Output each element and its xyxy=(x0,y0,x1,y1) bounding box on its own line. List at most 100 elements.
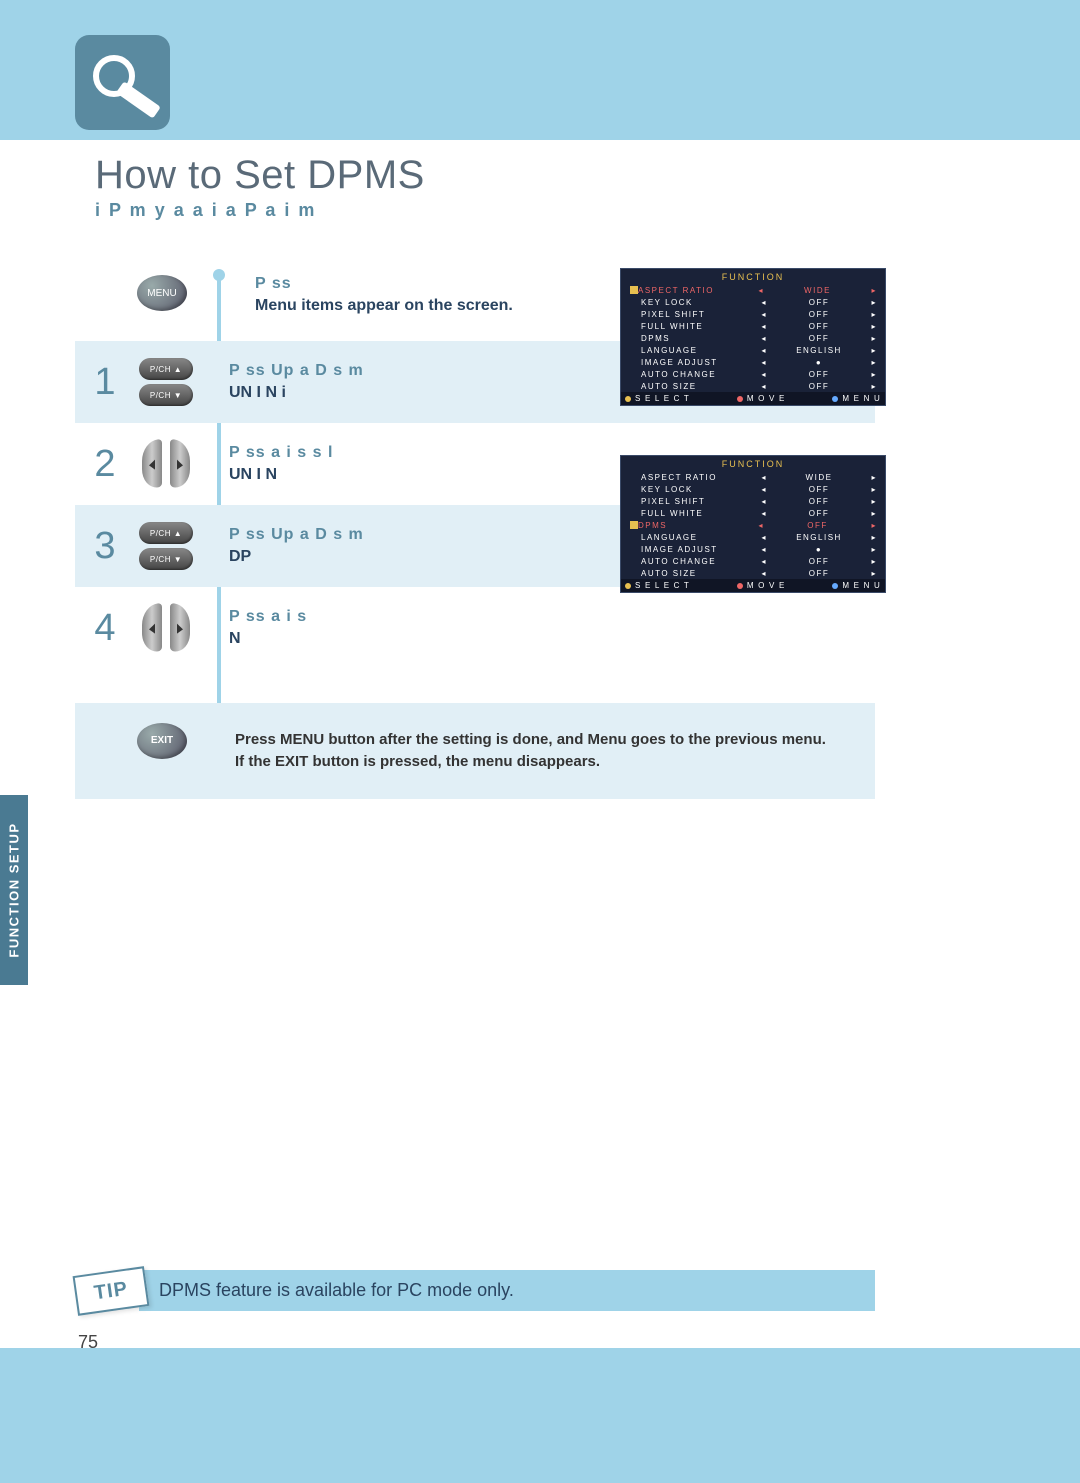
osd-value: OFF xyxy=(766,521,869,530)
osd-label: IMAGE ADJUST xyxy=(641,545,759,554)
osd-row: PIXEL SHIFT◂OFF▸ xyxy=(621,308,885,320)
osd-label: PIXEL SHIFT xyxy=(641,310,759,319)
step-4: 4 P ss a i s N xyxy=(75,587,875,669)
osd-row: IMAGE ADJUST◂●▸ xyxy=(621,543,885,555)
step-line1: P ss Up a D s m xyxy=(229,360,364,382)
page-subtitle: i P m y a a i a P a i m xyxy=(95,200,316,221)
channel-button-icon: P/CH ▼ xyxy=(139,384,193,406)
osd-label: AUTO CHANGE xyxy=(641,370,759,379)
step-line2: UN I N i xyxy=(229,382,364,404)
tip-badge: TIP xyxy=(73,1266,150,1316)
osd-row: IMAGE ADJUST◂●▸ xyxy=(621,356,885,368)
osd-row: AUTO CHANGE◂OFF▸ xyxy=(621,368,885,380)
osd-value: OFF xyxy=(769,298,869,307)
section-icon xyxy=(75,35,170,130)
osd-footer: S E L E C T M O V E M E N U xyxy=(621,392,885,405)
osd-value: OFF xyxy=(769,557,869,566)
osd-label: IMAGE ADJUST xyxy=(641,358,759,367)
exit-button-icon: EXIT xyxy=(137,723,187,759)
osd-value: OFF xyxy=(769,334,869,343)
osd-value: OFF xyxy=(769,509,869,518)
menu-button-icon: MENU xyxy=(137,275,187,311)
left-arrow-icon xyxy=(142,603,162,653)
page-number: 75 xyxy=(78,1332,98,1353)
step-icon: P/CH ▲ P/CH ▼ xyxy=(123,358,209,406)
osd-label: DPMS xyxy=(638,521,756,530)
osd-label: AUTO SIZE xyxy=(641,569,759,578)
step-intro-line2: Menu items appear on the screen. xyxy=(255,295,513,317)
right-arrow-icon xyxy=(170,603,190,653)
osd-value: WIDE xyxy=(766,286,869,295)
osd-label: PIXEL SHIFT xyxy=(641,497,759,506)
step-line2: N xyxy=(229,628,307,650)
osd-value: OFF xyxy=(769,322,869,331)
step-icon: P/CH ▲ P/CH ▼ xyxy=(123,522,209,570)
osd-row: DPMS◂OFF▸ xyxy=(621,332,885,344)
osd-value: OFF xyxy=(769,497,869,506)
osd-value: OFF xyxy=(769,485,869,494)
step-number: 2 xyxy=(87,443,123,486)
osd-value: ● xyxy=(769,358,869,367)
osd-label: AUTO CHANGE xyxy=(641,557,759,566)
osd-row: AUTO SIZE◂OFF▸ xyxy=(621,380,885,392)
osd-label: KEY LOCK xyxy=(641,298,759,307)
osd-row: ASPECT RATIO◂WIDE▸ xyxy=(621,471,885,483)
final-note: EXIT Press MENU button after the setting… xyxy=(75,703,875,799)
osd-row: PIXEL SHIFT◂OFF▸ xyxy=(621,495,885,507)
osd-preview-1: FUNCTION ASPECT RATIO◂WIDE▸KEY LOCK◂OFF▸… xyxy=(620,268,886,406)
final-line2: If the EXIT button is pressed, the menu … xyxy=(235,751,855,773)
step-line1: P ss a i s xyxy=(229,606,307,628)
osd-value: ENGLISH xyxy=(769,533,869,542)
osd-preview-2: FUNCTION ASPECT RATIO◂WIDE▸KEY LOCK◂OFF▸… xyxy=(620,455,886,593)
tip: TIP DPMS feature is available for PC mod… xyxy=(75,1270,875,1311)
osd-row: AUTO CHANGE◂OFF▸ xyxy=(621,555,885,567)
osd-row: ASPECT RATIO◂WIDE▸ xyxy=(621,284,885,296)
osd-label: ASPECT RATIO xyxy=(638,286,756,295)
osd-value: OFF xyxy=(769,370,869,379)
tip-text: DPMS feature is available for PC mode on… xyxy=(139,1270,875,1311)
step-number: 4 xyxy=(87,607,123,650)
osd-label: LANGUAGE xyxy=(641,346,759,355)
page-title: How to Set DPMS xyxy=(95,153,425,198)
step-line1: P ss Up a D s m xyxy=(229,524,364,546)
osd-value: OFF xyxy=(769,569,869,578)
step-line2: DP xyxy=(229,546,364,568)
osd-value: OFF xyxy=(769,382,869,391)
osd-label: DPMS xyxy=(641,334,759,343)
osd-footer: S E L E C T M O V E M E N U xyxy=(621,579,885,592)
channel-button-icon: P/CH ▲ xyxy=(139,522,193,544)
osd-row: AUTO SIZE◂OFF▸ xyxy=(621,567,885,579)
osd-label: ASPECT RATIO xyxy=(641,473,759,482)
osd-row: LANGUAGE◂ENGLISH▸ xyxy=(621,531,885,543)
osd-row: FULL WHITE◂OFF▸ xyxy=(621,320,885,332)
header-bar xyxy=(0,0,1080,140)
osd-value: WIDE xyxy=(769,473,869,482)
side-tab: FUNCTION SETUP xyxy=(0,795,28,985)
step-icon xyxy=(123,440,209,488)
step-icon xyxy=(123,604,209,652)
step-intro-line1: P ss xyxy=(255,273,513,295)
step-number: 1 xyxy=(87,361,123,404)
osd-label: KEY LOCK xyxy=(641,485,759,494)
osd-label: LANGUAGE xyxy=(641,533,759,542)
osd-label: FULL WHITE xyxy=(641,509,759,518)
osd-value: ENGLISH xyxy=(769,346,869,355)
osd-row: KEY LOCK◂OFF▸ xyxy=(621,483,885,495)
osd-row: FULL WHITE◂OFF▸ xyxy=(621,507,885,519)
left-arrow-icon xyxy=(142,439,162,489)
osd-label: AUTO SIZE xyxy=(641,382,759,391)
osd-label: FULL WHITE xyxy=(641,322,759,331)
step-number: 3 xyxy=(87,525,123,568)
channel-button-icon: P/CH ▼ xyxy=(139,548,193,570)
step-line2: UN I N xyxy=(229,464,333,486)
osd-value: ● xyxy=(769,545,869,554)
osd-value: OFF xyxy=(769,310,869,319)
osd-row: DPMS◂OFF▸ xyxy=(621,519,885,531)
footer-bar xyxy=(0,1348,1080,1483)
final-line1: Press MENU button after the setting is d… xyxy=(235,729,855,751)
channel-button-icon: P/CH ▲ xyxy=(139,358,193,380)
osd-row: LANGUAGE◂ENGLISH▸ xyxy=(621,344,885,356)
osd-row: KEY LOCK◂OFF▸ xyxy=(621,296,885,308)
right-arrow-icon xyxy=(170,439,190,489)
step-line1: P ss a i s s l xyxy=(229,442,333,464)
